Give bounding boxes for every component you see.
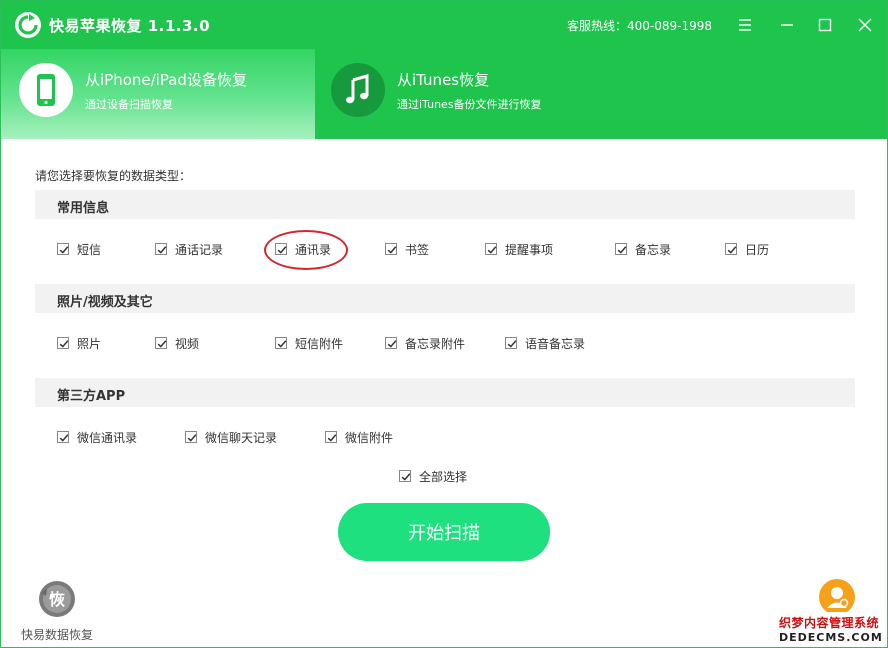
section-photos-video: 照片/视频及其它	[35, 284, 855, 313]
checkbox-voice-memos[interactable]: 语音备忘录	[505, 335, 585, 351]
section-title: 第三方APP	[57, 389, 126, 404]
checkbox-sms[interactable]: 短信	[57, 241, 101, 257]
tab-itunes-recovery[interactable]: 从iTunes恢复 通过iTunes备份文件进行恢复	[315, 49, 887, 139]
watermark-line2: DEDECMS.COM	[779, 631, 883, 644]
checkbox-wechat-contacts[interactable]: 微信通讯录	[57, 429, 137, 445]
app-title: 快易苹果恢复 1.1.3.0	[49, 17, 211, 35]
checkbox-checked-icon	[385, 243, 397, 255]
checkbox-label: 短信附件	[295, 336, 344, 351]
checkbox-label: 提醒事项	[505, 242, 554, 257]
checkbox-label: 微信通讯录	[77, 430, 138, 445]
checkbox-note-attachments[interactable]: 备忘录附件	[385, 335, 465, 351]
tab-device-subtitle: 通过设备扫描恢复	[85, 98, 173, 111]
checkbox-calendar[interactable]: 日历	[725, 241, 769, 257]
checkbox-checked-icon	[185, 431, 197, 443]
brand-logo-text: 恢	[49, 590, 65, 609]
checkbox-label: 短信	[77, 242, 102, 257]
brand-logo-icon: 恢	[37, 579, 77, 619]
data-type-prompt: 请您选择要恢复的数据类型：	[35, 169, 192, 183]
checkbox-label: 视频	[175, 336, 200, 351]
checkbox-checked-icon	[57, 337, 69, 349]
checkbox-checked-icon	[325, 431, 337, 443]
checkbox-checked-icon	[485, 243, 497, 255]
section-title: 照片/视频及其它	[57, 295, 153, 310]
checkbox-checked-icon	[57, 431, 69, 443]
menu-icon[interactable]	[733, 13, 757, 37]
header: 快易苹果恢复 1.1.3.0 客服热线：400-089-1998 从iPhone…	[1, 1, 887, 139]
checkbox-label: 微信聊天记录	[205, 430, 278, 445]
checkbox-label: 书签	[405, 242, 430, 257]
checkbox-label: 全部选择	[419, 469, 468, 484]
tab-itunes-subtitle: 通过iTunes备份文件进行恢复	[397, 98, 542, 111]
checkbox-label: 日历	[745, 242, 770, 257]
checkbox-label: 备忘录附件	[405, 336, 466, 351]
checkbox-checked-icon	[57, 243, 69, 255]
tab-itunes-title: 从iTunes恢复	[397, 71, 490, 89]
checkbox-reminders[interactable]: 提醒事项	[485, 241, 553, 257]
brand-name: 快易数据恢复	[21, 628, 94, 642]
checkbox-label: 通话记录	[175, 242, 224, 257]
checkbox-select-all[interactable]: 全部选择	[399, 468, 467, 484]
checkbox-photos[interactable]: 照片	[57, 335, 101, 351]
checkbox-notes[interactable]: 备忘录	[615, 241, 671, 257]
app-window: 快易苹果恢复 1.1.3.0 客服热线：400-089-1998 从iPhone…	[0, 0, 888, 648]
maximize-icon[interactable]	[813, 13, 837, 37]
section-title: 常用信息	[57, 201, 110, 216]
checkbox-checked-icon	[155, 337, 167, 349]
close-icon[interactable]	[853, 13, 877, 37]
checkbox-label: 语音备忘录	[525, 336, 586, 351]
checkbox-bookmarks[interactable]: 书签	[385, 241, 429, 257]
tab-device-title: 从iPhone/iPad设备恢复	[85, 71, 247, 89]
checkbox-call-log[interactable]: 通话记录	[155, 241, 223, 257]
checkbox-label: 备忘录	[635, 242, 672, 257]
checkbox-wechat-chats[interactable]: 微信聊天记录	[185, 429, 277, 445]
checkbox-checked-icon	[505, 337, 517, 349]
checkbox-sms-attachments[interactable]: 短信附件	[275, 335, 343, 351]
start-scan-button[interactable]: 开始扫描	[338, 503, 550, 561]
section-third-party-app: 第三方APP	[35, 378, 855, 407]
hotline-text: 客服热线：400-089-1998	[567, 19, 713, 33]
watermark-line1: 织梦内容管理系统	[779, 616, 880, 630]
phone-icon	[19, 63, 73, 117]
checkbox-checked-icon	[615, 243, 627, 255]
checkbox-checked-icon	[275, 337, 287, 349]
checkbox-checked-icon	[399, 470, 411, 482]
app-logo-icon	[15, 12, 41, 38]
section-common-info: 常用信息	[35, 190, 855, 219]
customer-service-icon[interactable]	[819, 579, 855, 615]
checkbox-checked-icon	[155, 243, 167, 255]
checkbox-wechat-attachments[interactable]: 微信附件	[325, 429, 393, 445]
music-note-icon	[331, 63, 385, 117]
checkbox-videos[interactable]: 视频	[155, 335, 199, 351]
checkbox-label: 微信附件	[345, 430, 394, 445]
checkbox-checked-icon	[725, 243, 737, 255]
checkbox-label: 照片	[77, 336, 102, 351]
title-bar: 快易苹果恢复 1.1.3.0 客服热线：400-089-1998	[1, 1, 887, 49]
tab-device-recovery[interactable]: 从iPhone/iPad设备恢复 通过设备扫描恢复	[1, 49, 315, 139]
checkbox-checked-icon	[385, 337, 397, 349]
minimize-icon[interactable]	[775, 13, 799, 37]
highlight-annotation-ring	[264, 230, 348, 270]
watermark: 织梦内容管理系统 DEDECMS.COM	[777, 612, 887, 646]
